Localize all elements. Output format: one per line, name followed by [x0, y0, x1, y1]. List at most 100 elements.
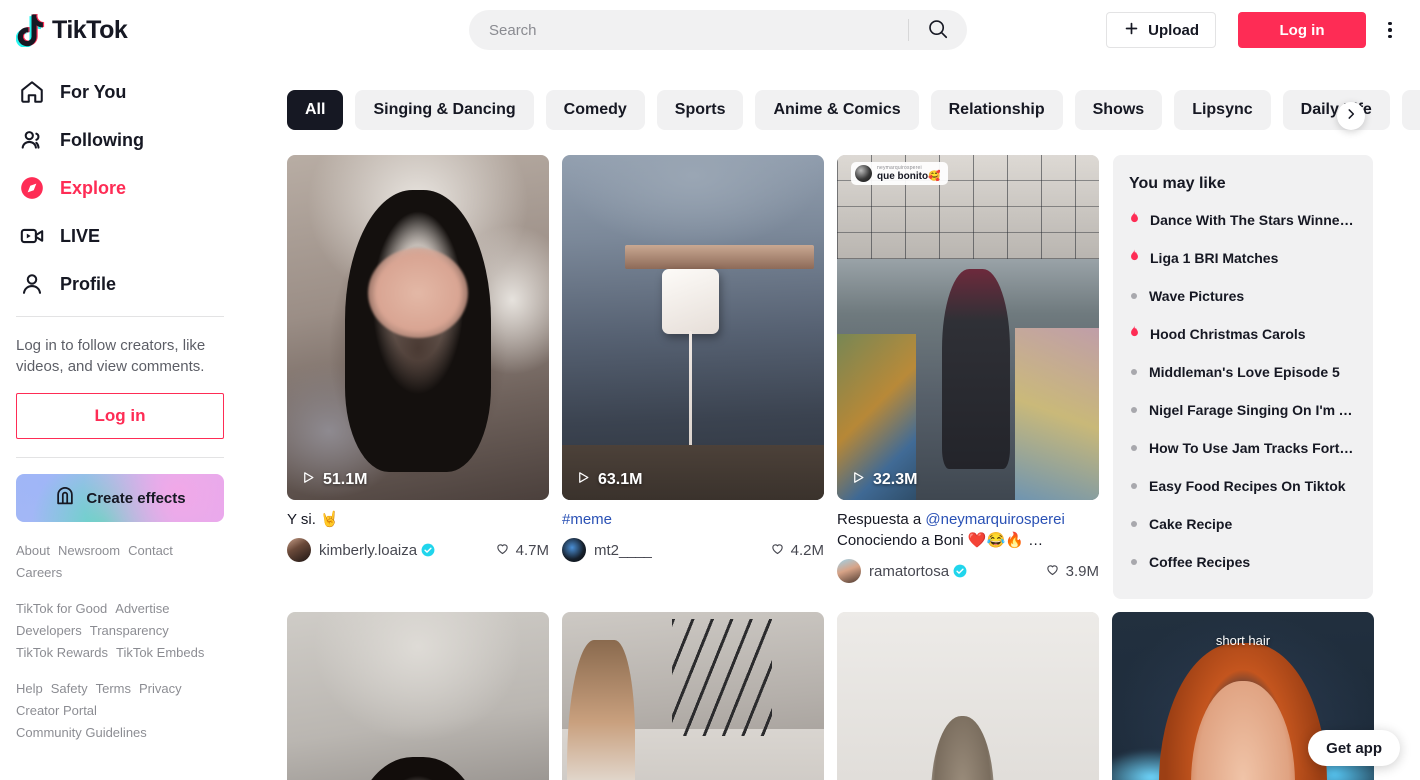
bullet-dot-icon: [1131, 483, 1137, 489]
avatar[interactable]: [287, 538, 311, 562]
sidebar-login-button[interactable]: Log in: [16, 393, 224, 439]
footer-link[interactable]: Privacy: [139, 678, 182, 700]
sidebar-label: Explore: [60, 177, 127, 198]
suggestion-label: Hood Christmas Carols: [1150, 326, 1306, 342]
suggestion-label: Dance With The Stars Winner …: [1150, 212, 1357, 228]
category-chips[interactable]: All Singing & Dancing Comedy Sports Anim…: [287, 90, 1420, 130]
avatar[interactable]: [562, 538, 586, 562]
thumb-art: [349, 756, 487, 780]
footer-link[interactable]: TikTok for Good: [16, 598, 107, 620]
video-grid-row-2: short hair 2.39: [287, 612, 1420, 780]
suggestion-item[interactable]: Liga 1 BRI Matches: [1129, 239, 1357, 277]
footer-link[interactable]: Advertise: [115, 598, 169, 620]
like-count: 4.2M: [770, 541, 824, 560]
sidebar-item-live[interactable]: LIVE: [8, 212, 232, 260]
video-caption: Y si. 🤘: [287, 511, 339, 528]
video-card[interactable]: 63.1M #meme mt2____ 4.2M: [562, 155, 824, 583]
footer-link[interactable]: Help: [16, 678, 43, 700]
footer-link[interactable]: Transparency: [90, 620, 169, 642]
suggestion-item[interactable]: Easy Food Recipes On Tiktok: [1129, 467, 1357, 505]
tiktok-logo[interactable]: TikTok: [15, 13, 128, 48]
you-may-like-panel: You may like Dance With The Stars Winner…: [1113, 155, 1373, 599]
video-card[interactable]: neymarquirosperei que bonito🥰 32.3M Resp…: [837, 155, 1099, 583]
video-thumbnail[interactable]: [562, 612, 824, 780]
tiktok-note-icon: [15, 13, 46, 48]
footer-link[interactable]: Community Guidelines: [16, 722, 147, 744]
video-thumbnail[interactable]: [287, 612, 549, 780]
sidebar-item-following[interactable]: Following: [8, 116, 232, 164]
video-thumbnail[interactable]: 63.1M: [562, 155, 824, 500]
footer-link[interactable]: Careers: [16, 562, 62, 584]
video-card[interactable]: 51.1M Y si. 🤘 kimberly.loaiza 4.7M: [287, 155, 549, 583]
upload-label: Upload: [1148, 21, 1199, 39]
flame-icon: [1129, 324, 1140, 344]
chip-daily-life[interactable]: Daily Life: [1282, 90, 1390, 130]
footer-group-3: Help Safety Terms Privacy Creator Portal Co…: [16, 678, 224, 744]
suggestion-label: Wave Pictures: [1149, 288, 1245, 304]
suggestion-label: Coffee Recipes: [1149, 554, 1251, 570]
chip-comedy[interactable]: Comedy: [545, 90, 645, 130]
chip-relationship[interactable]: Relationship: [930, 90, 1063, 130]
suggestion-item[interactable]: Dance With The Stars Winner …: [1129, 201, 1357, 239]
search-input[interactable]: [469, 21, 908, 39]
author-label: kimberly.loaiza: [319, 541, 418, 559]
footer-link[interactable]: TikTok Embeds: [116, 642, 204, 664]
search-button[interactable]: [909, 10, 967, 50]
footer-link[interactable]: About: [16, 540, 50, 562]
suggestion-item[interactable]: Coffee Recipes: [1129, 543, 1357, 581]
video-thumbnail[interactable]: [837, 612, 1099, 780]
suggestion-item[interactable]: Middleman's Love Episode 5: [1129, 353, 1357, 391]
footer-link[interactable]: Contact: [128, 540, 173, 562]
sidebar-divider-2: [16, 457, 224, 458]
sidebar-label: LIVE: [60, 225, 101, 246]
create-effects-button[interactable]: Create effects: [16, 474, 224, 522]
footer-link[interactable]: Developers: [16, 620, 82, 642]
thumb-art: [1015, 327, 1099, 500]
video-thumbnail[interactable]: neymarquirosperei que bonito🥰 32.3M: [837, 155, 1099, 500]
sidebar-item-explore[interactable]: Explore: [8, 164, 232, 212]
upload-button[interactable]: Upload: [1106, 12, 1216, 48]
video-thumbnail[interactable]: 51.1M: [287, 155, 549, 500]
mention-link[interactable]: @neymarquirosperei: [925, 511, 1064, 528]
effect-house-icon: [54, 485, 76, 511]
hashtag-link[interactable]: #meme: [562, 511, 612, 528]
search-bar[interactable]: [469, 10, 967, 50]
chip-all[interactable]: All: [287, 90, 344, 130]
chip-anime-comics[interactable]: Anime & Comics: [755, 90, 919, 130]
chip-beauty[interactable]: Beauty: [1401, 90, 1420, 130]
footer-link[interactable]: Newsroom: [58, 540, 120, 562]
like-count: 4.7M: [495, 541, 549, 560]
view-count: 32.3M: [851, 470, 917, 490]
footer-link[interactable]: Safety: [51, 678, 88, 700]
chip-sports[interactable]: Sports: [656, 90, 744, 130]
kebab-menu-icon[interactable]: [1378, 18, 1402, 42]
search-icon: [927, 18, 949, 43]
suggestion-item[interactable]: Hood Christmas Carols: [1129, 315, 1357, 353]
chips-next-button[interactable]: [1337, 102, 1365, 130]
sidebar-item-profile[interactable]: Profile: [8, 260, 232, 308]
header-login-button[interactable]: Log in: [1238, 12, 1366, 48]
chip-shows[interactable]: Shows: [1074, 90, 1163, 130]
suggestion-label: Easy Food Recipes On Tiktok: [1149, 478, 1346, 494]
author-name[interactable]: ramatortosa: [869, 563, 967, 580]
footer-link[interactable]: Creator Portal: [16, 700, 97, 722]
author-name[interactable]: kimberly.loaiza: [319, 542, 435, 559]
suggestion-item[interactable]: Nigel Farage Singing On I'm A …: [1129, 391, 1357, 429]
suggestion-item[interactable]: How To Use Jam Tracks Fortnite: [1129, 429, 1357, 467]
suggestion-item[interactable]: Wave Pictures: [1129, 277, 1357, 315]
footer-link[interactable]: Terms: [96, 678, 131, 700]
suggestion-label: Nigel Farage Singing On I'm A …: [1149, 402, 1357, 418]
panel-title: You may like: [1129, 175, 1226, 192]
thumb-art: [661, 268, 720, 335]
get-app-button[interactable]: Get app: [1308, 730, 1400, 766]
avatar[interactable]: [837, 559, 861, 583]
sidebar-item-for-you[interactable]: For You: [8, 68, 232, 116]
chip-singing-dancing[interactable]: Singing & Dancing: [355, 90, 534, 130]
footer-link[interactable]: TikTok Rewards: [16, 642, 108, 664]
logo-wordmark: TikTok: [52, 15, 128, 44]
author-name[interactable]: mt2____: [594, 542, 652, 559]
comment-message: que bonito🥰: [877, 170, 941, 182]
suggestion-item[interactable]: Cake Recipe: [1129, 505, 1357, 543]
chip-lipsync[interactable]: Lipsync: [1174, 90, 1271, 130]
thumb-art: [624, 244, 814, 269]
